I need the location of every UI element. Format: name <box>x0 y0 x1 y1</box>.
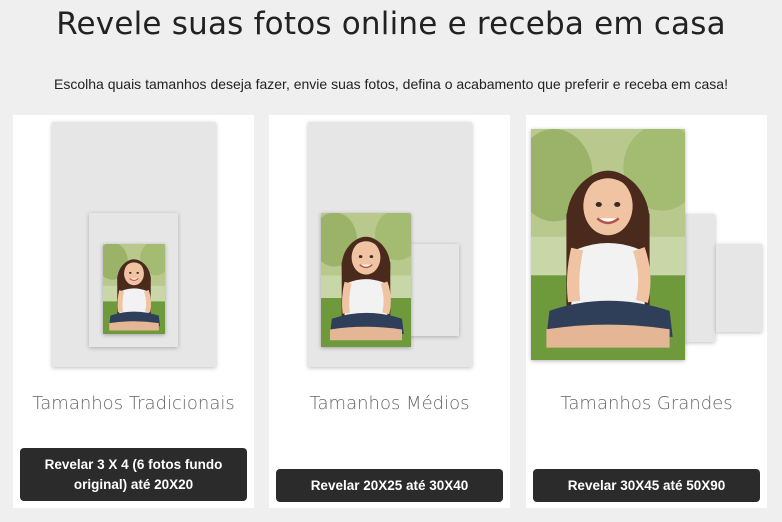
card-title: Tamanhos Grandes <box>560 393 733 414</box>
card-medium-sizes[interactable]: Tamanhos Médios Revelar 20X25 até 30X40 <box>269 115 510 508</box>
card-traditional-sizes[interactable]: Tamanhos Tradicionais Revelar 3 X 4 (6 f… <box>13 115 254 508</box>
page-title: Revele suas fotos online e receba em cas… <box>56 6 726 42</box>
small-frame-placeholder <box>716 244 762 332</box>
reveal-traditional-button[interactable]: Revelar 3 X 4 (6 fotos fundo original) a… <box>20 448 247 501</box>
reveal-large-button[interactable]: Revelar 30X45 até 50X90 <box>533 469 760 502</box>
page-subtitle: Escolha quais tamanhos deseja fazer, env… <box>54 76 728 92</box>
small-frame-placeholder <box>409 244 459 336</box>
card-title: Tamanhos Tradicionais <box>32 393 235 414</box>
sample-photo <box>531 129 685 360</box>
medium-frame-placeholder <box>684 214 715 342</box>
sample-photo <box>103 244 165 334</box>
card-large-sizes[interactable]: Tamanhos Grandes Revelar 30X45 até 50X90 <box>526 115 767 508</box>
sample-photo <box>321 213 411 347</box>
card-title: Tamanhos Médios <box>309 393 470 414</box>
reveal-medium-button[interactable]: Revelar 20X25 até 30X40 <box>276 469 503 502</box>
